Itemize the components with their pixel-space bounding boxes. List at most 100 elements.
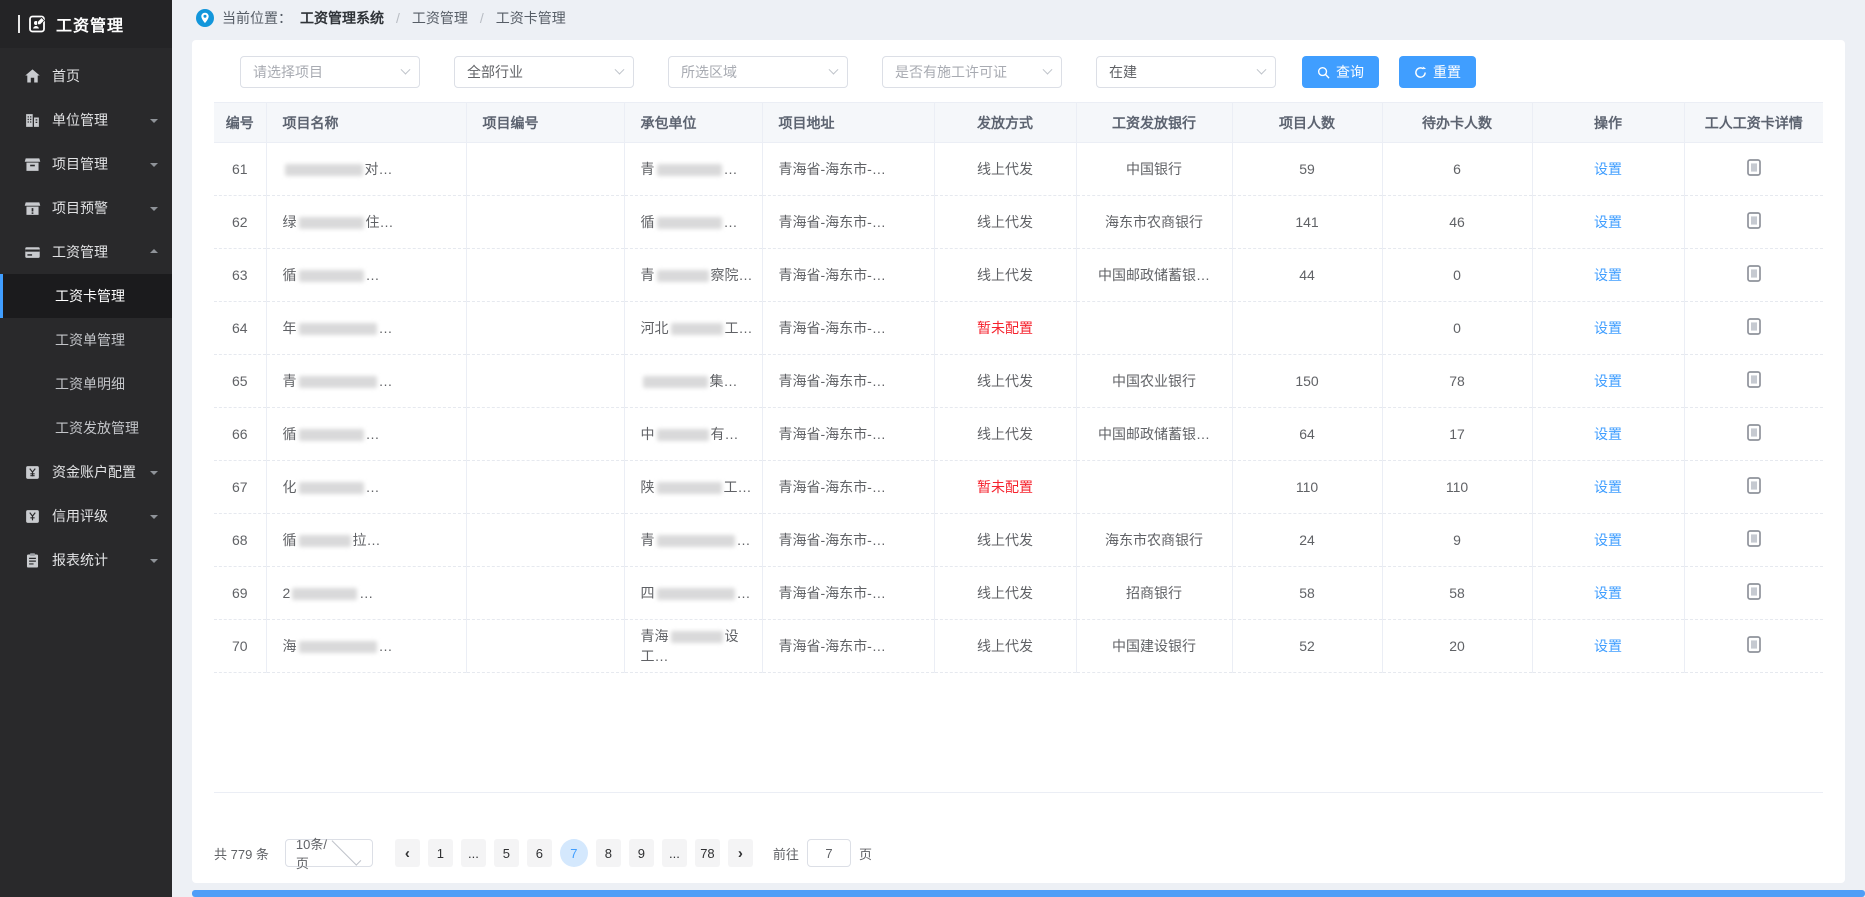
sidebar-item-1[interactable]: 首页 — [0, 54, 172, 98]
visible-text: 青 — [283, 373, 297, 389]
settings-link[interactable]: 设置 — [1594, 161, 1622, 177]
salary-card-detail-icon[interactable] — [1747, 636, 1761, 653]
salary-card-detail-icon[interactable] — [1747, 212, 1761, 229]
filter-select-value: 全部行业 — [467, 62, 616, 82]
settings-link[interactable]: 设置 — [1594, 426, 1622, 442]
settings-link[interactable]: 设置 — [1594, 320, 1622, 336]
row-id-cell: 64 — [214, 302, 266, 355]
project-name-cell: 2… — [266, 567, 466, 620]
card-detail-cell — [1684, 196, 1823, 249]
chevron-down-icon — [1257, 64, 1267, 74]
row-id-cell: 68 — [214, 514, 266, 567]
sidebar-subitem-1[interactable]: 工资卡管理 — [0, 274, 172, 318]
settings-link[interactable]: 设置 — [1594, 532, 1622, 548]
contractor-cell: 集… — [624, 355, 762, 408]
next-page-button[interactable]: › — [728, 839, 753, 867]
headcount-cell: 44 — [1232, 249, 1382, 302]
breadcrumb-item-root[interactable]: 工资管理系统 — [300, 8, 384, 28]
visible-text: 中 — [641, 426, 655, 442]
sidebar-item-label: 工资管理 — [52, 242, 150, 262]
goto-page-input[interactable] — [807, 839, 851, 867]
page-button-8[interactable]: 8 — [596, 839, 621, 867]
salary-card-detail-icon[interactable] — [1747, 424, 1761, 441]
salary-card-detail-icon[interactable] — [1747, 477, 1761, 494]
pending-cards-cell: 0 — [1382, 249, 1532, 302]
main-area: 当前位置： 工资管理系统 / 工资管理 / 工资卡管理 请选择项目全部行业所选区… — [172, 0, 1865, 897]
sidebar-item-5[interactable]: 工资管理 — [0, 230, 172, 274]
prev-page-button[interactable]: ‹ — [395, 839, 420, 867]
visible-text: 察院… — [711, 267, 753, 283]
visible-text: 对… — [365, 161, 393, 177]
card-detail-cell — [1684, 302, 1823, 355]
sidebar-item-7[interactable]: 信用评级 — [0, 494, 172, 538]
page-size-select[interactable]: 10条/页 — [285, 839, 373, 867]
sidebar-item-6[interactable]: 资金账户配置 — [0, 450, 172, 494]
page-button-1[interactable]: 1 — [428, 839, 453, 867]
page-button-5[interactable]: 5 — [494, 839, 519, 867]
row-id-cell: 67 — [214, 461, 266, 514]
visible-text: 年 — [283, 320, 297, 336]
page-ellipsis[interactable]: ... — [662, 839, 687, 867]
sidebar-item-label: 首页 — [52, 66, 158, 86]
page-button-9[interactable]: 9 — [629, 839, 654, 867]
caret-down-icon — [150, 163, 158, 171]
sidebar-item-3[interactable]: 项目管理 — [0, 142, 172, 186]
pay-method-cell: 线上代发 — [934, 567, 1076, 620]
pay-method-cell: 线上代发 — [934, 514, 1076, 567]
headcount-cell: 64 — [1232, 408, 1382, 461]
project-name-cell: 绿住… — [266, 196, 466, 249]
address-cell: 青海省-海东市-… — [762, 620, 934, 673]
redacted-text — [657, 164, 722, 176]
page-button-6[interactable]: 6 — [527, 839, 552, 867]
filter-select-2[interactable]: 全部行业 — [454, 56, 634, 88]
visible-text: 循 — [641, 214, 655, 230]
sidebar-subitem-3[interactable]: 工资单明细 — [0, 362, 172, 406]
salary-card-detail-icon[interactable] — [1747, 583, 1761, 600]
salary-card-detail-icon[interactable] — [1747, 530, 1761, 547]
visible-text: … — [724, 161, 738, 177]
redacted-text — [299, 323, 377, 335]
filter-select-3[interactable]: 所选区域 — [668, 56, 848, 88]
horizontal-scrollbar[interactable] — [192, 890, 1865, 897]
column-header-8: 项目人数 — [1232, 103, 1382, 143]
redacted-text — [657, 482, 722, 494]
redacted-text — [657, 535, 735, 547]
bank-cell — [1076, 461, 1232, 514]
settings-link[interactable]: 设置 — [1594, 267, 1622, 283]
sidebar-subitem-2[interactable]: 工资单管理 — [0, 318, 172, 362]
salary-card-detail-icon[interactable] — [1747, 265, 1761, 282]
sidebar-subitem-label: 工资发放管理 — [55, 418, 139, 438]
page-ellipsis[interactable]: ... — [461, 839, 486, 867]
page-button-7[interactable]: 7 — [560, 839, 588, 867]
salary-card-detail-icon[interactable] — [1747, 318, 1761, 335]
salary-card-detail-icon[interactable] — [1747, 371, 1761, 388]
settings-link[interactable]: 设置 — [1594, 214, 1622, 230]
sidebar-item-8[interactable]: 报表统计 — [0, 538, 172, 582]
visible-text: 循 — [283, 267, 297, 283]
settings-link[interactable]: 设置 — [1594, 479, 1622, 495]
bank-cell: 海东市农商银行 — [1076, 514, 1232, 567]
settings-link[interactable]: 设置 — [1594, 638, 1622, 654]
reset-button[interactable]: 重置 — [1399, 56, 1476, 88]
page-button-78[interactable]: 78 — [695, 839, 720, 867]
settings-link[interactable]: 设置 — [1594, 585, 1622, 601]
breadcrumb-item-parent[interactable]: 工资管理 — [412, 8, 468, 28]
sidebar-subitem-4[interactable]: 工资发放管理 — [0, 406, 172, 450]
settings-link[interactable]: 设置 — [1594, 373, 1622, 389]
sidebar-item-4[interactable]: 项目预警 — [0, 186, 172, 230]
credit-icon — [24, 508, 41, 525]
filter-select-5[interactable]: 在建 — [1096, 56, 1276, 88]
filter-select-4[interactable]: 是否有施工许可证 — [882, 56, 1062, 88]
app-logo-icon — [28, 14, 48, 34]
sidebar-item-2[interactable]: 单位管理 — [0, 98, 172, 142]
salary-card-detail-icon[interactable] — [1747, 159, 1761, 176]
query-button[interactable]: 查询 — [1302, 56, 1379, 88]
project-name-cell: 循拉… — [266, 514, 466, 567]
redacted-text — [299, 429, 364, 441]
contractor-cell: 陕工… — [624, 461, 762, 514]
action-cell: 设置 — [1532, 620, 1684, 673]
filter-select-1[interactable]: 请选择项目 — [240, 56, 420, 88]
funds-icon — [24, 464, 41, 481]
contractor-cell: 中有… — [624, 408, 762, 461]
redacted-text — [299, 482, 364, 494]
